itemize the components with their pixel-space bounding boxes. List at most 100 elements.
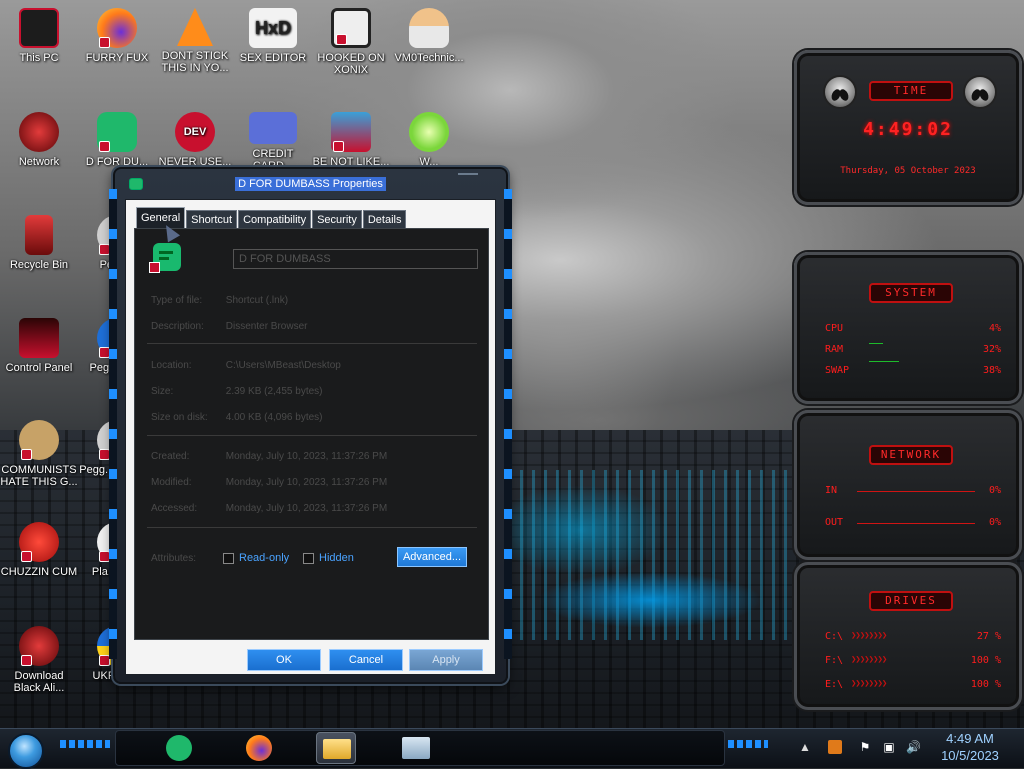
net-in-label: IN [825, 485, 838, 496]
divider [147, 343, 477, 344]
alien-head-icon [823, 75, 857, 109]
taskbar-clock[interactable]: 4:49 AM 10/5/2023 [930, 730, 1010, 764]
advanced-button[interactable]: Advanced... [397, 547, 467, 567]
drives-gadget[interactable]: DRIVES C:\ 27 % ❯❯❯❯❯❯❯❯ F:\ 100 % ❯❯❯❯❯… [794, 562, 1022, 710]
tab-compatibility[interactable]: Compatibility [238, 210, 312, 228]
net-in-value: 0% [988, 485, 1001, 496]
recycle-bin-icon [25, 215, 53, 255]
accessed-row: Accessed: Monday, July 10, 2023, 11:37:2… [151, 503, 387, 514]
desktop-icon-control-panel[interactable]: Control Panel [0, 318, 78, 374]
drive-e-usage-bar: ❯❯❯❯❯❯❯❯ [851, 679, 887, 689]
tab-general[interactable]: General [136, 207, 186, 228]
cpu-label: CPU [825, 323, 844, 334]
network-icon[interactable]: ▣ [882, 740, 896, 754]
dissenter-icon [166, 735, 192, 761]
cpu-value: 4% [988, 323, 1001, 334]
window-content: General Shortcut Compatibility Security … [125, 199, 496, 675]
time-gadget[interactable]: TIME 4:49:02 Thursday, 05 October 2023 [794, 50, 1022, 205]
taskbar-left-decoration [60, 740, 110, 748]
desktop-icon-label: FURRY FUX [85, 52, 149, 64]
net-out-label: OUT [825, 517, 844, 528]
desktop-icon-this-pc[interactable]: This PC [0, 8, 78, 64]
volume-icon[interactable]: 🔊 [906, 740, 921, 754]
desktop-icon-credit-card[interactable]: CREDIT CARD... [234, 112, 312, 172]
checkbox-box[interactable] [303, 552, 314, 564]
window-minimize-control[interactable] [458, 173, 478, 181]
system-gadget[interactable]: SYSTEM CPU 4% RAM 32% SWAP 38% [794, 252, 1022, 404]
vlc-cone-icon [177, 8, 213, 46]
flag-icon[interactable]: ⚑ [858, 740, 872, 754]
field-label: Created: [151, 451, 190, 462]
firefox-icon [97, 8, 137, 48]
desktop-icon-label: Network [18, 156, 60, 168]
taskbar-dissenter-button[interactable] [160, 732, 200, 764]
folder-icon [323, 739, 351, 759]
field-label: Description: [151, 321, 204, 332]
ram-label: RAM [825, 344, 844, 355]
desktop-icon-w[interactable]: W... [390, 112, 468, 168]
field-label: Location: [151, 360, 192, 371]
size-row: Size: 2.39 KB (2,455 bytes) [151, 386, 323, 397]
window-titlebar[interactable]: D FOR DUMBASS Properties [115, 173, 506, 195]
drive-c-label: C:\ [825, 631, 844, 642]
desktop-icon-never-use[interactable]: DEV NEVER USE... [156, 112, 234, 168]
taskbar-firefox-button[interactable] [240, 732, 280, 764]
window-right-decoration [504, 189, 512, 659]
drive-c-value: 27 % [976, 631, 1001, 642]
devcpp-icon: DEV [175, 112, 215, 152]
ok-button[interactable]: OK [247, 649, 321, 671]
cancel-button[interactable]: Cancel [329, 649, 403, 671]
desktop-icon-sex-editor[interactable]: HxD SEX EDITOR [234, 8, 312, 64]
hidden-checkbox[interactable]: Hidden [303, 552, 354, 564]
size-on-disk-row: Size on disk: 4.00 KB (4,096 bytes) [151, 412, 323, 423]
taskbar-file-explorer-button[interactable] [316, 732, 356, 764]
desktop-icon-network[interactable]: Network [0, 112, 78, 168]
desktop-icon-furry-fux[interactable]: FURRY FUX [78, 8, 156, 64]
drive-f-usage-bar: ❯❯❯❯❯❯❯❯ [851, 655, 887, 665]
desktop-icon-download-black-ali[interactable]: Download Black Ali... [0, 626, 78, 694]
swap-label: SWAP [825, 365, 850, 376]
field-label: Accessed: [151, 503, 198, 514]
apply-button[interactable]: Apply [409, 649, 483, 671]
net-out-value: 0% [988, 517, 1001, 528]
doctor-icon [409, 8, 449, 48]
desktop-icon-be-not-like[interactable]: BE NOT LIKE... [312, 112, 390, 168]
chuzzle-icon [19, 522, 59, 562]
xonix-icon [331, 8, 371, 48]
ram-value: 32% [982, 344, 1001, 355]
file-name-input[interactable] [233, 249, 478, 269]
properties-window[interactable]: D FOR DUMBASS Properties General Shortcu… [109, 167, 512, 684]
network-gadget[interactable]: NETWORK IN 0% OUT 0% [794, 410, 1022, 560]
start-button[interactable] [8, 733, 44, 769]
java-icon[interactable] [828, 740, 842, 754]
tab-security[interactable]: Security [312, 210, 362, 228]
desktop-icon-chuzzin[interactable]: CHUZZIN CUM [0, 522, 78, 578]
desktop-icon-label: Download Black Ali... [13, 670, 65, 694]
show-hidden-icons-icon[interactable]: ▲ [798, 740, 812, 754]
tab-bar: General Shortcut Compatibility Security … [136, 207, 407, 228]
hxd-editor-icon: HxD [249, 8, 297, 48]
tab-shortcut[interactable]: Shortcut [186, 210, 238, 228]
desktop-icon-vm0technic[interactable]: VM0Technic... [390, 8, 468, 64]
hidden-label: Hidden [319, 552, 354, 564]
network-globe-icon [19, 112, 59, 152]
desktop-icon-label: Recycle Bin [9, 259, 69, 271]
credit-card-icon [249, 112, 297, 144]
desktop-icon-recycle-bin[interactable]: Recycle Bin [0, 215, 78, 271]
drive-f-label: F:\ [825, 655, 844, 666]
readonly-checkbox[interactable]: Read-only [223, 552, 289, 564]
drive-e-value: 100 % [970, 679, 1001, 690]
taskbar-control-panel-button[interactable] [396, 732, 436, 764]
desktop-icon-communists[interactable]: COMMUNISTS HATE THIS G... [0, 420, 78, 488]
desktop-icon-label: Control Panel [5, 362, 73, 374]
readonly-label: Read-only [239, 552, 290, 564]
desktop-icon-d-for-du[interactable]: D FOR DU... [78, 112, 156, 168]
santa-icon [331, 112, 371, 152]
alien-head-icon [963, 75, 997, 109]
tab-details[interactable]: Details [362, 210, 407, 228]
network-gadget-title: NETWORK [869, 445, 953, 465]
checkbox-box[interactable] [223, 552, 234, 564]
drives-gadget-title: DRIVES [869, 591, 953, 611]
desktop-icon-hooked-on-xonix[interactable]: HOOKED ON XONIX [312, 8, 390, 76]
desktop-icon-dont-stick[interactable]: DONT STICK THIS IN YO... [156, 8, 234, 74]
